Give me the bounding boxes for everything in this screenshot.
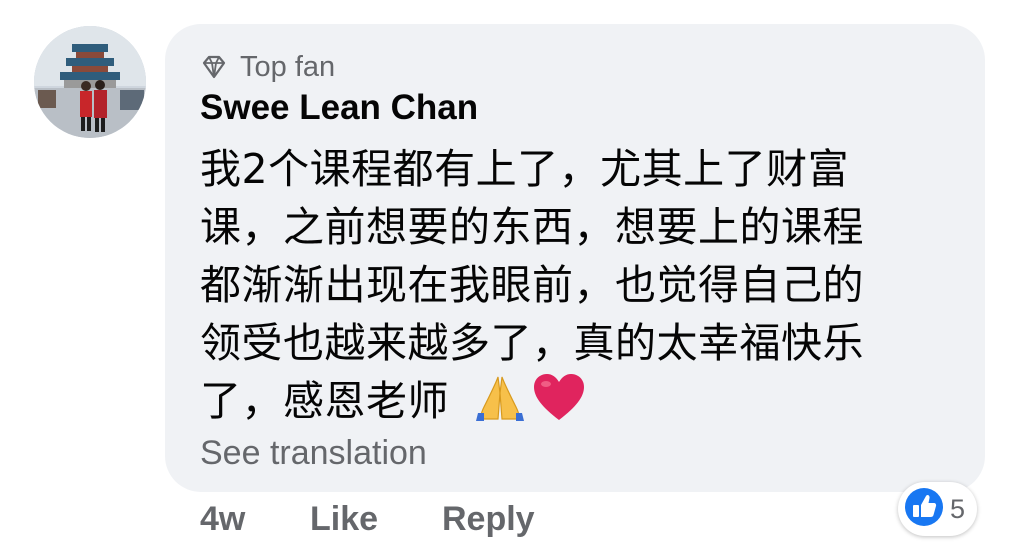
diamond-icon [200,53,228,81]
emoji-group [472,373,586,428]
top-fan-badge: Top fan [200,48,335,86]
comment-line: 我2个课程都有上了，尤其上了财富 [200,145,850,193]
comment-line: 领受也越来越多了，真的太幸福快乐 [200,319,864,367]
badge-label: Top fan [240,50,336,83]
comment-timestamp[interactable]: 4w [200,500,310,539]
red-heart-emoji [532,373,586,428]
avatar[interactable] [34,26,146,138]
folded-hands-emoji [472,373,528,428]
reply-button[interactable]: Reply [442,500,535,539]
comment-line: 课，之前想要的东西，想要上的课程 [200,203,864,251]
reaction-count: 5 [950,493,966,524]
comment-line: 都渐渐出现在我眼前，也觉得自己的 [200,261,864,309]
comment-actions: 4w Like Reply [200,500,535,539]
author-name[interactable]: Swee Lean Chan [200,88,478,128]
reaction-summary[interactable]: 5 [898,482,978,536]
avatar-photo [34,26,146,138]
see-translation-link[interactable]: See translation [200,434,427,473]
like-button[interactable]: Like [310,500,442,539]
like-reaction-icon [904,487,944,532]
